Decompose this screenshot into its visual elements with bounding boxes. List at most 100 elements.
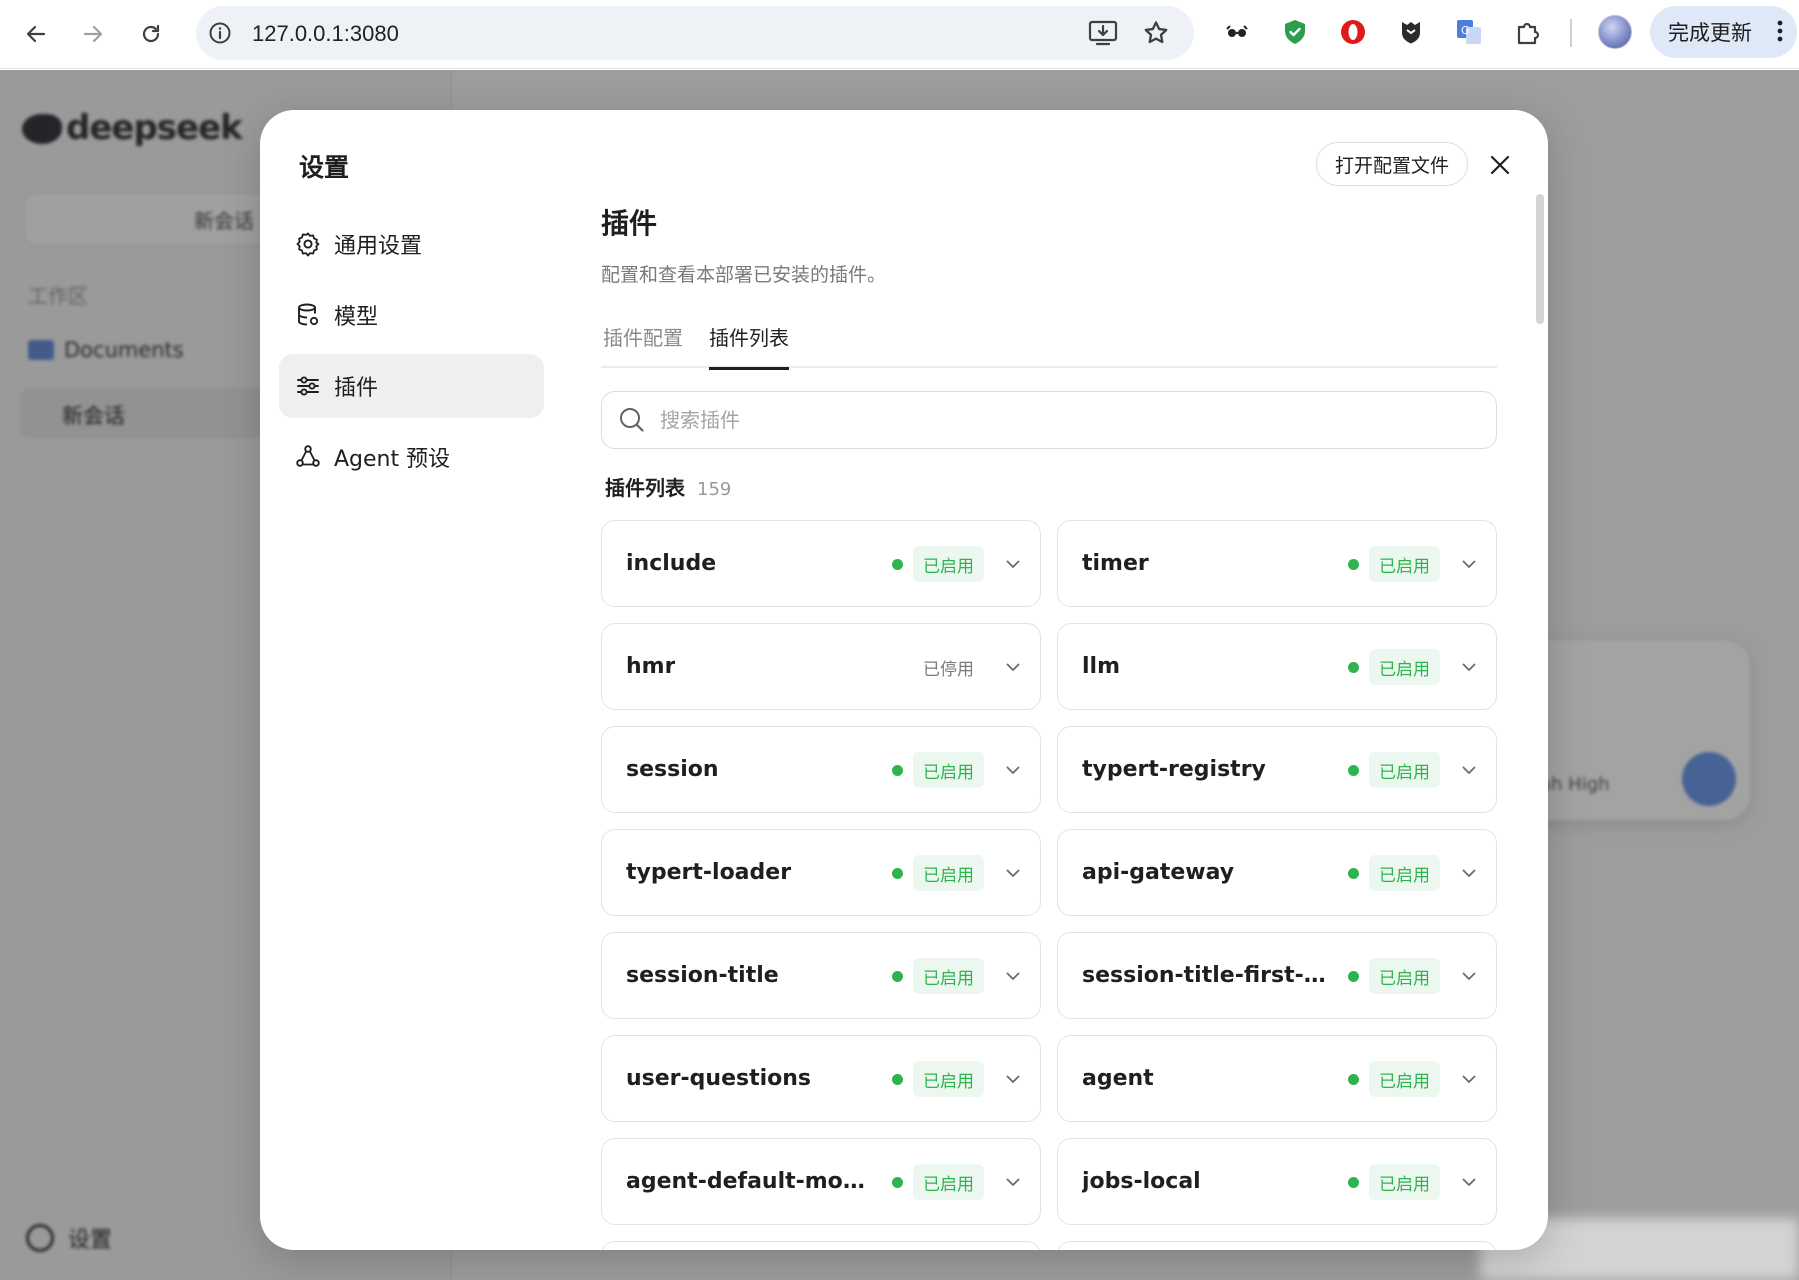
chevron-down-icon[interactable] xyxy=(1004,555,1022,573)
site-info-icon[interactable] xyxy=(208,21,232,45)
forward-button[interactable] xyxy=(73,14,113,54)
puzzle-icon[interactable] xyxy=(1511,16,1543,48)
url-text[interactable]: 127.0.0.1:3080 xyxy=(252,21,399,47)
search-input[interactable] xyxy=(660,408,1440,432)
vpn-shield-icon[interactable] xyxy=(1395,16,1427,48)
plugin-card[interactable]: agent 已启用 xyxy=(1057,1035,1497,1122)
status-badge: 已启用 xyxy=(1369,958,1440,994)
back-button[interactable] xyxy=(16,14,56,54)
translate-icon[interactable]: G xyxy=(1453,16,1485,48)
plugin-name: jobs-local xyxy=(1082,1169,1201,1194)
status-dot xyxy=(1348,971,1359,982)
status-dot xyxy=(1348,1177,1359,1188)
sliders-icon xyxy=(297,376,319,396)
nav-item-agent-presets[interactable]: Agent 预设 xyxy=(279,425,544,489)
nav-item-label: 通用设置 xyxy=(334,234,423,259)
status-badge: 已启用 xyxy=(913,1164,984,1200)
chevron-down-icon[interactable] xyxy=(1460,1173,1478,1191)
plugin-card[interactable]: include 已启用 xyxy=(601,520,1041,607)
status-badge: 已启用 xyxy=(913,1061,984,1097)
plugin-card[interactable]: user-questions 已启用 xyxy=(601,1035,1041,1122)
plugin-list-title: 插件列表 xyxy=(605,476,685,500)
plugin-card[interactable]: agent-default-model 已启用 xyxy=(601,1138,1041,1225)
plugin-card[interactable]: jobs-local 已启用 xyxy=(1057,1138,1497,1225)
settings-nav: 通用设置 模型 插件 Agent 预设 xyxy=(279,212,544,496)
shield-check-icon[interactable] xyxy=(1279,16,1311,48)
gear-icon xyxy=(296,232,320,257)
bookmark-star-icon[interactable] xyxy=(1142,19,1170,47)
chevron-down-icon[interactable] xyxy=(1004,967,1022,985)
tab-plugin-list[interactable]: 插件列表 xyxy=(709,322,789,370)
status-badge: 已启用 xyxy=(1369,1164,1440,1200)
plugin-card[interactable]: session 已启用 xyxy=(601,726,1041,813)
status-dot xyxy=(1348,1074,1359,1085)
address-bar[interactable]: 127.0.0.1:3080 xyxy=(196,6,1194,60)
opera-icon[interactable] xyxy=(1337,16,1369,48)
status-dot xyxy=(1348,765,1359,776)
chevron-down-icon[interactable] xyxy=(1004,761,1022,779)
search-icon xyxy=(620,408,644,432)
plugin-card[interactable]: timer 已启用 xyxy=(1057,520,1497,607)
plugin-name: agent-default-model xyxy=(626,1169,874,1194)
plugin-card[interactable]: typert-loader 已启用 xyxy=(601,829,1041,916)
update-button[interactable]: 完成更新 xyxy=(1650,6,1797,58)
plugin-tabs: 插件配置 插件列表 xyxy=(601,308,1497,370)
browser-toolbar: 127.0.0.1:3080 G 完成更新 xyxy=(0,0,1799,69)
plugin-grid: include 已启用 timer 已启用 hmr 已停用 llm 已启用 session 已启用… xyxy=(601,520,1497,1250)
status-dot xyxy=(892,559,903,570)
plugin-card[interactable]: hmr 已停用 xyxy=(601,623,1041,710)
tab-plugin-config[interactable]: 插件配置 xyxy=(603,322,683,367)
plugin-search[interactable] xyxy=(601,391,1497,449)
chevron-down-icon[interactable] xyxy=(1004,864,1022,882)
plugin-name: hmr xyxy=(626,654,676,679)
status-badge: 已启用 xyxy=(1369,546,1440,582)
plugin-name: include xyxy=(626,551,717,576)
plugin-card[interactable]: session-title 已启用 xyxy=(601,932,1041,1019)
status-dot xyxy=(892,1074,903,1085)
nav-item-models[interactable]: 模型 xyxy=(279,283,544,347)
glasses-icon[interactable] xyxy=(1221,16,1253,48)
status-badge: 已启用 xyxy=(1369,649,1440,685)
reload-button[interactable] xyxy=(131,14,171,54)
update-button-label: 完成更新 xyxy=(1668,21,1752,45)
plugin-card[interactable]: typert-registry 已启用 xyxy=(1057,726,1497,813)
status-badge: 已启用 xyxy=(1369,752,1440,788)
chevron-down-icon[interactable] xyxy=(1004,1173,1022,1191)
chevron-down-icon[interactable] xyxy=(1460,1070,1478,1088)
status-dot xyxy=(1348,559,1359,570)
status-badge: 已启用 xyxy=(913,958,984,994)
status-badge: 已启用 xyxy=(1369,1061,1440,1097)
plugin-card-partial[interactable] xyxy=(1057,1241,1497,1250)
settings-modal: 设置 通用设置 模型 插件 Agent 预设 打开配置文件 插件 配置和查看本部… xyxy=(260,110,1548,1250)
plugin-name: api-gateway xyxy=(1082,860,1235,885)
status-badge: 已启用 xyxy=(913,752,984,788)
status-dot xyxy=(892,868,903,879)
chevron-down-icon[interactable] xyxy=(1460,967,1478,985)
chevron-down-icon[interactable] xyxy=(1460,864,1478,882)
modal-scrollbar[interactable] xyxy=(1536,194,1544,324)
plugin-card-partial[interactable] xyxy=(601,1241,1041,1250)
plugins-page: 插件 配置和查看本部署已安装的插件。 插件配置 插件列表 插件列表 159 in… xyxy=(601,110,1501,1250)
install-app-icon[interactable] xyxy=(1088,19,1118,47)
nav-item-plugins[interactable]: 插件 xyxy=(279,354,544,418)
chevron-down-icon[interactable] xyxy=(1460,658,1478,676)
status-dot xyxy=(892,765,903,776)
nav-item-label: Agent 预设 xyxy=(334,447,451,472)
modal-title: 设置 xyxy=(299,153,350,182)
chevron-down-icon[interactable] xyxy=(1460,555,1478,573)
chevron-down-icon[interactable] xyxy=(1460,761,1478,779)
profile-avatar[interactable] xyxy=(1598,15,1632,49)
plugin-list-header: 插件列表 159 xyxy=(605,472,731,501)
plugin-card[interactable]: api-gateway 已启用 xyxy=(1057,829,1497,916)
plugin-card[interactable]: llm 已启用 xyxy=(1057,623,1497,710)
more-vert-icon[interactable] xyxy=(1777,19,1783,43)
plugin-card[interactable]: session-title-first-pr... 已启用 xyxy=(1057,932,1497,1019)
reload-icon xyxy=(142,24,160,43)
nav-item-general[interactable]: 通用设置 xyxy=(279,212,544,276)
nav-item-label: 插件 xyxy=(334,376,379,401)
toolbar-divider xyxy=(1570,19,1572,47)
status-badge: 已启用 xyxy=(913,546,984,582)
plugin-name: typert-loader xyxy=(626,860,792,885)
chevron-down-icon[interactable] xyxy=(1004,1070,1022,1088)
chevron-down-icon[interactable] xyxy=(1004,658,1022,676)
